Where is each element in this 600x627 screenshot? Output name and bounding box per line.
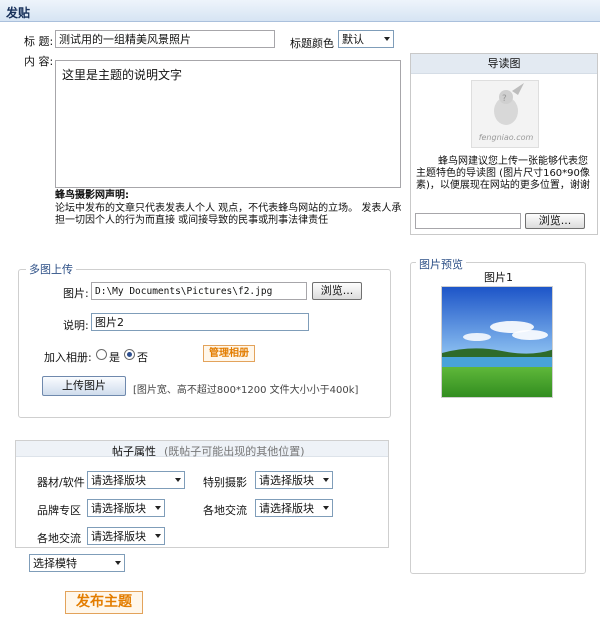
album-yes-label: 是 xyxy=(109,351,120,364)
post-attributes-subtitle: (既帖子可能出现的其他位置) xyxy=(164,445,305,458)
title-color-label: 标题颜色 xyxy=(290,37,334,50)
desc-label: 说明: xyxy=(63,319,89,332)
chevron-down-icon xyxy=(323,478,329,482)
attr-label-special: 特别摄影 xyxy=(203,476,247,489)
disclaimer-text: 论坛中发布的文章只代表发表人个人 观点，不代表蜂鸟网站的立场。 发表人承担一切因… xyxy=(55,202,402,227)
content-label: 内 容: xyxy=(24,55,54,68)
title-color-value: 默认 xyxy=(342,33,364,46)
chevron-down-icon xyxy=(115,561,121,565)
attr-select-equipment-value: 请选择版块 xyxy=(91,474,146,487)
guide-panel-header: 导读图 xyxy=(411,54,597,74)
post-attributes-title: 帖子属性 xyxy=(112,445,156,458)
guide-image-panel: 导读图 ? fengniao.com 蜂鸟网建议您上传一张能够代表您主题特色的导… xyxy=(410,53,598,235)
attr-select-region-2-value: 请选择版块 xyxy=(91,530,146,543)
attr-select-region[interactable]: 请选择版块 xyxy=(255,499,333,517)
disclaimer: 蜂鸟摄影网声明: 论坛中发布的文章只代表发表人个人 观点，不代表蜂鸟网站的立场。… xyxy=(55,190,408,228)
chevron-down-icon xyxy=(323,506,329,510)
title-label: 标 题: xyxy=(24,35,54,48)
model-select-value: 选择模特 xyxy=(33,557,77,570)
disclaimer-title: 蜂鸟摄影网声明: xyxy=(55,190,129,201)
page-title: 发贴 xyxy=(6,6,31,20)
multi-upload-legend: 多图上传 xyxy=(26,261,76,277)
guide-file-input[interactable] xyxy=(415,213,521,229)
album-no-label: 否 xyxy=(137,351,148,364)
attr-label-brand: 品牌专区 xyxy=(37,504,81,517)
upload-hint: [图片宽、高不超过800*1200 文件大小小于400k] xyxy=(133,385,359,396)
attr-select-special-value: 请选择版块 xyxy=(259,474,314,487)
attr-label-region: 各地交流 xyxy=(203,504,247,517)
attr-select-region-2[interactable]: 请选择版块 xyxy=(87,527,165,545)
image-browse-button[interactable]: 浏览... xyxy=(312,282,362,300)
guide-watermark: fengniao.com xyxy=(478,133,534,142)
attr-select-equipment[interactable]: 请选择版块 xyxy=(87,471,185,489)
preview-caption: 图片1 xyxy=(484,271,513,284)
guide-browse-button[interactable]: 浏览... xyxy=(525,213,585,229)
attr-select-brand[interactable]: 请选择版块 xyxy=(87,499,165,517)
upload-image-button[interactable]: 上传图片 xyxy=(42,376,126,396)
manage-album-button[interactable]: 管理相册 xyxy=(203,345,255,362)
chevron-down-icon xyxy=(155,506,161,510)
title-input[interactable]: 测试用的一组精美风景照片 xyxy=(55,30,275,48)
model-select[interactable]: 选择模特 xyxy=(29,554,125,572)
image-preview-legend: 图片预览 xyxy=(416,256,466,272)
post-attributes-header: 帖子属性 (既帖子可能出现的其他位置) xyxy=(16,441,388,458)
header-bar: 发贴 xyxy=(0,0,600,22)
placeholder-image: ? fengniao.com xyxy=(471,80,539,148)
chevron-down-icon xyxy=(384,37,390,41)
content-textarea[interactable]: 这里是主题的说明文字 xyxy=(55,60,401,188)
publish-button[interactable]: 发布主题 xyxy=(65,591,143,614)
chevron-down-icon xyxy=(175,478,181,482)
landscape-photo-icon xyxy=(442,287,552,397)
attr-select-brand-value: 请选择版块 xyxy=(91,502,146,515)
attr-label-region-2: 各地交流 xyxy=(37,532,81,545)
desc-input[interactable]: 图片2 xyxy=(91,313,309,331)
bird-logo-icon: ? xyxy=(494,83,524,125)
svg-text:?: ? xyxy=(502,94,507,104)
title-color-select[interactable]: 默认 xyxy=(338,30,394,48)
attr-select-special[interactable]: 请选择版块 xyxy=(255,471,333,489)
image-path-input[interactable]: D:\My Documents\Pictures\f2.jpg xyxy=(91,282,307,300)
album-yes-radio[interactable] xyxy=(96,349,107,360)
album-label: 加入相册: xyxy=(44,351,92,364)
album-no-radio[interactable] xyxy=(124,349,135,360)
attr-select-region-value: 请选择版块 xyxy=(259,502,314,515)
preview-thumbnail[interactable] xyxy=(441,286,553,398)
attr-label-equipment: 器材/软件 xyxy=(37,476,85,489)
image-label: 图片: xyxy=(63,287,89,300)
guide-text: 蜂鸟网建议您上传一张能够代表您主题特色的导读图 (图片尺寸160*90像素)，以… xyxy=(416,156,590,191)
chevron-down-icon xyxy=(155,534,161,538)
